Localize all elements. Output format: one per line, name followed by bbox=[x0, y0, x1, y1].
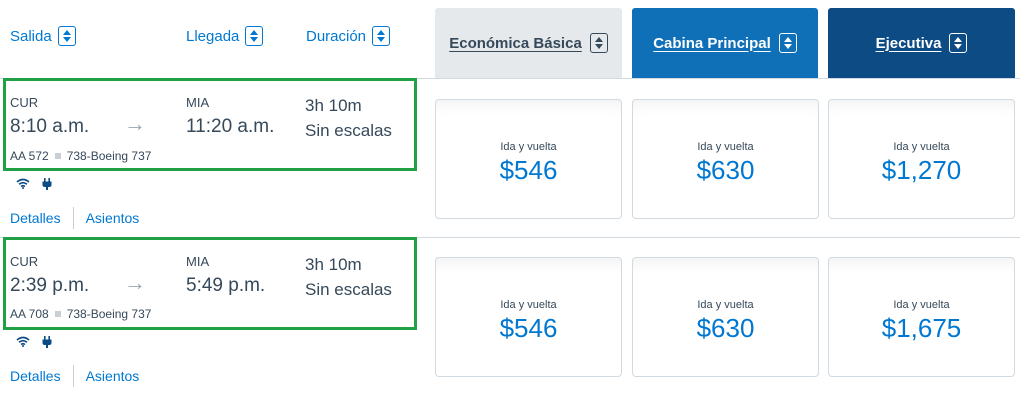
wifi-icon bbox=[16, 336, 30, 347]
arrive-time: 11:20 a.m. bbox=[186, 116, 275, 137]
tab-main-cabin[interactable]: Cabina Principal bbox=[632, 8, 818, 78]
arrow-right-icon: → bbox=[124, 270, 146, 295]
link-divider bbox=[72, 365, 74, 387]
fare-label: Ida y vuelta bbox=[500, 140, 557, 153]
fare-label: Ida y vuelta bbox=[893, 298, 950, 311]
flight-links: Detalles Asientos bbox=[10, 207, 139, 229]
flight-stops: Sin escalas bbox=[305, 121, 392, 140]
origin-code: CUR bbox=[10, 254, 39, 269]
power-icon bbox=[42, 178, 52, 190]
power-icon bbox=[42, 336, 52, 348]
sort-duration[interactable]: Duración bbox=[306, 26, 391, 46]
wifi-icon bbox=[16, 178, 30, 189]
sort-arrival[interactable]: Llegada bbox=[186, 26, 264, 46]
sort-icon[interactable] bbox=[245, 26, 264, 46]
tab-executive-label: Ejecutiva bbox=[875, 34, 942, 52]
sort-icon[interactable] bbox=[949, 33, 968, 53]
depart-time: 8:10 a.m. bbox=[10, 116, 90, 137]
fare-card-basic[interactable]: Ida y vuelta $546 bbox=[435, 257, 622, 377]
sort-icon[interactable] bbox=[372, 26, 391, 46]
sort-icon[interactable] bbox=[778, 33, 797, 53]
sort-icon[interactable] bbox=[589, 33, 608, 53]
details-link[interactable]: Detalles bbox=[10, 368, 61, 384]
flight-duration: 3h 10m bbox=[305, 255, 362, 274]
tab-basic-economy[interactable]: Económica Básica bbox=[435, 8, 622, 78]
fare-label: Ida y vuelta bbox=[500, 298, 557, 311]
flight-links: Detalles Asientos bbox=[10, 365, 139, 387]
fare-price: $546 bbox=[499, 312, 558, 343]
fare-price: $630 bbox=[696, 312, 755, 343]
fare-label: Ida y vuelta bbox=[697, 298, 754, 311]
flight-row: CUR 2:39 p.m. → MIA 5:49 p.m. 3h 10m Sin… bbox=[0, 237, 1036, 397]
fare-price: $546 bbox=[499, 154, 558, 185]
flight-stops: Sin escalas bbox=[305, 280, 392, 299]
fare-card-executive[interactable]: Ida y vuelta $1,270 bbox=[828, 99, 1015, 219]
tab-basic-economy-label: Económica Básica bbox=[449, 34, 582, 52]
amenities bbox=[16, 336, 52, 348]
details-link[interactable]: Detalles bbox=[10, 210, 61, 226]
destination-code: MIA bbox=[186, 254, 210, 269]
fare-label: Ida y vuelta bbox=[697, 140, 754, 153]
aircraft-type: 738-Boeing 737 bbox=[66, 149, 152, 163]
fare-card-main[interactable]: Ida y vuelta $630 bbox=[632, 257, 819, 377]
arrow-right-icon: → bbox=[124, 111, 146, 136]
flight-row: CUR 8:10 a.m. → MIA 11:20 a.m. 3h 10m Si… bbox=[0, 78, 1036, 238]
fare-card-executive[interactable]: Ida y vuelta $1,675 bbox=[828, 257, 1015, 377]
sort-arrival-label: Llegada bbox=[186, 27, 240, 45]
separator-dot bbox=[54, 153, 61, 159]
separator-dot bbox=[54, 311, 61, 317]
fare-price: $630 bbox=[696, 154, 755, 185]
sort-departure[interactable]: Salida bbox=[10, 26, 76, 46]
fare-price: $1,270 bbox=[881, 154, 962, 185]
seats-link[interactable]: Asientos bbox=[86, 368, 140, 384]
fare-card-main[interactable]: Ida y vuelta $630 bbox=[632, 99, 819, 219]
destination-code: MIA bbox=[186, 95, 210, 110]
arrive-time: 5:49 p.m. bbox=[186, 275, 266, 296]
flight-info: AA 708 738-Boeing 737 bbox=[10, 307, 151, 321]
link-divider bbox=[72, 207, 74, 229]
aircraft-type: 738-Boeing 737 bbox=[66, 307, 152, 321]
seats-link[interactable]: Asientos bbox=[86, 210, 140, 226]
sort-duration-label: Duración bbox=[306, 27, 367, 45]
depart-time: 2:39 p.m. bbox=[10, 275, 90, 296]
amenities bbox=[16, 178, 52, 190]
flight-number: AA 572 bbox=[10, 149, 49, 163]
origin-code: CUR bbox=[10, 95, 39, 110]
sort-departure-label: Salida bbox=[10, 27, 52, 45]
flight-duration: 3h 10m bbox=[305, 96, 362, 115]
flight-number: AA 708 bbox=[10, 307, 49, 321]
tab-executive[interactable]: Ejecutiva bbox=[828, 8, 1015, 78]
tab-main-cabin-label: Cabina Principal bbox=[653, 34, 771, 52]
fare-label: Ida y vuelta bbox=[893, 140, 950, 153]
fare-card-basic[interactable]: Ida y vuelta $546 bbox=[435, 99, 622, 219]
flight-info: AA 572 738-Boeing 737 bbox=[10, 149, 151, 163]
sort-icon[interactable] bbox=[57, 26, 76, 46]
fare-price: $1,675 bbox=[881, 312, 962, 343]
